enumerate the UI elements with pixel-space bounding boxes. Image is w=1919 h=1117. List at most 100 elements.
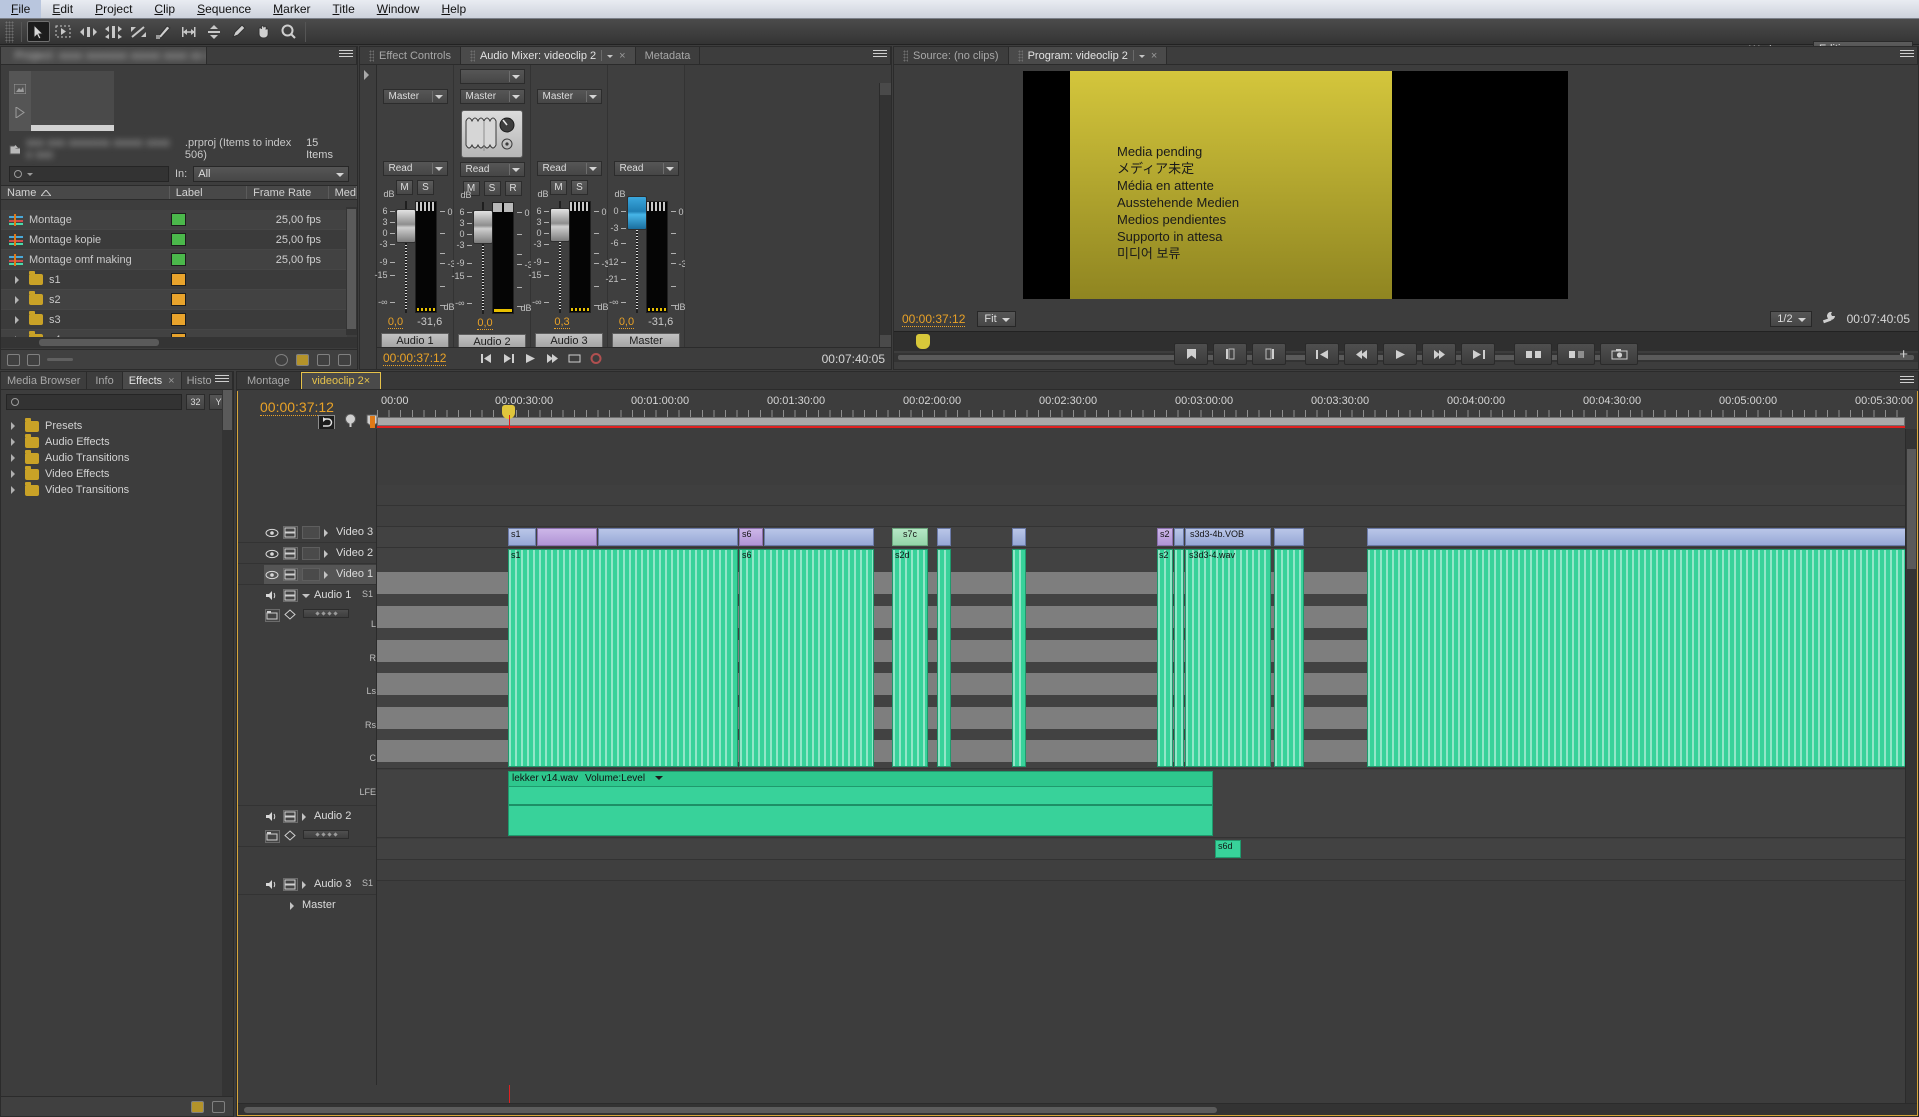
mark-in-button[interactable] xyxy=(1213,343,1247,365)
step-back-button[interactable] xyxy=(1344,343,1378,365)
tab-effect-controls[interactable]: Effect Controls xyxy=(360,47,461,64)
zoom-tool[interactable] xyxy=(277,21,300,42)
close-icon[interactable]: × xyxy=(1151,50,1157,62)
expand-triangle-icon[interactable] xyxy=(11,438,19,446)
razor-tool[interactable] xyxy=(152,21,175,42)
toggle-track-output-icon[interactable] xyxy=(264,547,279,560)
fader-3[interactable] xyxy=(549,201,570,313)
add-button-icon[interactable]: + xyxy=(1899,346,1908,363)
track-header-row[interactable]: Video 2 xyxy=(264,544,376,563)
clip-audio[interactable]: s2 xyxy=(1157,549,1173,767)
play-icon[interactable] xyxy=(524,353,537,365)
clip-video[interactable] xyxy=(1274,528,1304,546)
menu-item-project[interactable]: Project xyxy=(84,0,143,18)
mixer-vertical-scrollbar[interactable] xyxy=(879,83,891,347)
tab-media-browser[interactable]: Media Browser xyxy=(1,372,88,389)
clip-video[interactable] xyxy=(764,528,874,546)
selection-tool[interactable] xyxy=(27,21,50,42)
expand-triangle-icon[interactable] xyxy=(364,70,374,80)
track-sync-box[interactable] xyxy=(302,568,320,581)
chevron-down-icon[interactable] xyxy=(655,776,663,784)
tab-audio-mixer[interactable]: Audio Mixer: videoclip 2 × xyxy=(460,47,636,64)
timeline-canvas[interactable]: s1 s6 s7c s2 s3d3-4b.VOB s1 s6 s2d s2 s3… xyxy=(377,429,1905,1085)
clip-video[interactable] xyxy=(537,528,597,546)
menu-item-help[interactable]: Help xyxy=(430,0,477,18)
automation-mode-dropdown-1[interactable]: Read xyxy=(382,161,448,176)
mark-in-out-button[interactable] xyxy=(1174,343,1208,365)
mixer-timecode-left[interactable]: 00:00:37:12 xyxy=(383,351,447,366)
lift-button[interactable] xyxy=(1514,343,1552,365)
record-button-2[interactable]: R xyxy=(504,181,522,196)
pan-control-2[interactable] xyxy=(461,110,523,158)
track-sync-box[interactable] xyxy=(302,526,320,539)
tab-grip[interactable] xyxy=(1017,49,1023,62)
play-stop-button[interactable] xyxy=(1383,343,1417,365)
chevron-down-icon[interactable] xyxy=(607,54,614,61)
clip-video[interactable]: s6 xyxy=(739,528,763,546)
collapse-triangle-icon[interactable] xyxy=(302,594,310,602)
effects-vertical-scrollbar[interactable] xyxy=(222,390,233,1096)
gain-value-1[interactable]: 0,0 xyxy=(387,316,404,329)
tab-project[interactable]: Project: xxxx xxxxxxx xxxxx xxxx xx xxx … xyxy=(1,47,207,64)
table-row[interactable]: s1 xyxy=(1,270,347,290)
clip-audio[interactable]: s6 xyxy=(739,549,874,767)
lane-video-2[interactable] xyxy=(377,506,1905,527)
track-select-tool[interactable] xyxy=(52,21,75,42)
chevron-down-icon[interactable] xyxy=(1138,54,1145,61)
toggle-track-lock-icon[interactable] xyxy=(283,526,298,539)
mark-out-button[interactable] xyxy=(1252,343,1286,365)
clip-audio[interactable]: s1 xyxy=(508,549,738,767)
icon-view-icon[interactable] xyxy=(27,353,40,366)
toolbar-grip[interactable] xyxy=(5,20,14,43)
step-forward-button[interactable] xyxy=(1422,343,1456,365)
track-header-row[interactable]: Audio 2 xyxy=(264,807,376,846)
delete-icon[interactable] xyxy=(338,353,351,366)
pen-tool[interactable] xyxy=(227,21,250,42)
expand-triangle-icon[interactable] xyxy=(324,529,332,537)
panel-menu-icon[interactable] xyxy=(1900,376,1914,387)
extract-button[interactable] xyxy=(1557,343,1595,365)
expand-triangle-icon[interactable] xyxy=(15,315,23,324)
column-frame-rate[interactable]: Frame Rate xyxy=(247,186,329,199)
lane-video-3[interactable] xyxy=(377,485,1905,506)
track-sync-box[interactable] xyxy=(302,547,320,560)
lane-audio-1[interactable]: s1 s6 s2d s2 s3d3-4.wav xyxy=(377,548,1905,769)
column-label[interactable]: Label xyxy=(170,186,248,199)
expand-triangle-icon[interactable] xyxy=(11,486,19,494)
scroll-up-arrow[interactable] xyxy=(880,83,891,95)
slip-tool[interactable] xyxy=(177,21,200,42)
tab-project-spare[interactable] xyxy=(207,47,357,64)
fader-knob-3[interactable] xyxy=(549,208,570,242)
gain-value-3[interactable]: 0,3 xyxy=(554,316,570,329)
expand-triangle-icon[interactable] xyxy=(290,902,298,910)
fader-knob-2[interactable] xyxy=(472,210,493,244)
work-area-bar[interactable] xyxy=(377,417,1905,426)
close-icon[interactable]: × xyxy=(364,375,370,387)
clip-audio[interactable] xyxy=(1367,549,1905,767)
solo-button-2[interactable]: S xyxy=(483,181,501,196)
go-to-out-icon[interactable] xyxy=(502,353,515,365)
keyframe-nav-bar[interactable] xyxy=(303,830,349,839)
toggle-track-lock-icon[interactable] xyxy=(283,810,298,823)
effects-category-video-transitions[interactable]: Video Transitions xyxy=(1,481,233,498)
preview-side-controls[interactable] xyxy=(9,71,31,131)
automation-mode-dropdown-2[interactable]: Read xyxy=(459,162,525,177)
output-assign-dropdown-1[interactable]: Master xyxy=(382,89,448,104)
new-item-icon[interactable] xyxy=(317,353,330,366)
slide-tool[interactable] xyxy=(202,21,225,42)
track-name-master[interactable]: Master xyxy=(612,333,680,348)
delete-custom-item-icon[interactable] xyxy=(212,1100,225,1113)
clip-audio[interactable]: s6d xyxy=(1215,840,1241,858)
keyframe-diamond-icon[interactable] xyxy=(284,830,299,843)
gain-value-2[interactable]: 0,0 xyxy=(477,317,493,330)
scrollbar-thumb[interactable] xyxy=(39,339,159,346)
tab-grip[interactable] xyxy=(903,49,908,62)
new-custom-bin-icon[interactable] xyxy=(191,1100,204,1113)
new-bin-icon[interactable] xyxy=(296,353,309,366)
toggle-track-mute-icon[interactable] xyxy=(264,878,279,891)
solo-button-1[interactable]: S xyxy=(417,180,434,195)
show-keyframes-icon[interactable] xyxy=(265,609,280,622)
track-name-1[interactable]: Audio 1 xyxy=(381,333,449,348)
toggle-track-lock-icon[interactable] xyxy=(283,547,298,560)
scrollbar-thumb[interactable] xyxy=(223,390,232,430)
